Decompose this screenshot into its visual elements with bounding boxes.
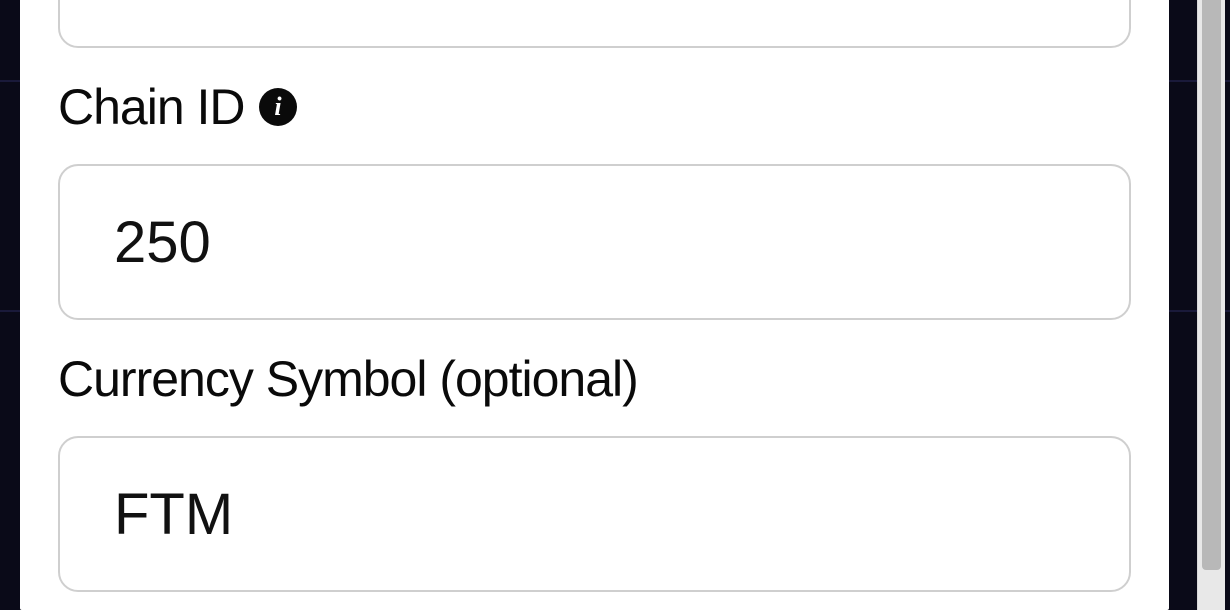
currency-symbol-label: Currency Symbol (optional): [58, 350, 1131, 408]
currency-symbol-input[interactable]: [58, 436, 1131, 592]
chain-id-input[interactable]: [58, 164, 1131, 320]
previous-field-group: [58, 0, 1131, 48]
previous-field-input[interactable]: [58, 0, 1131, 48]
scrollbar-track[interactable]: [1197, 0, 1225, 610]
chain-id-label: Chain ID i: [58, 78, 1131, 136]
currency-symbol-label-text: Currency Symbol (optional): [58, 350, 638, 408]
currency-symbol-group: Currency Symbol (optional): [58, 350, 1131, 592]
chain-id-label-text: Chain ID: [58, 78, 245, 136]
chain-id-group: Chain ID i: [58, 78, 1131, 320]
scrollbar-thumb[interactable]: [1202, 0, 1221, 570]
network-form-modal: Chain ID i Currency Symbol (optional): [20, 0, 1225, 610]
modal-body: Chain ID i Currency Symbol (optional): [20, 0, 1169, 610]
info-icon[interactable]: i: [259, 88, 297, 126]
